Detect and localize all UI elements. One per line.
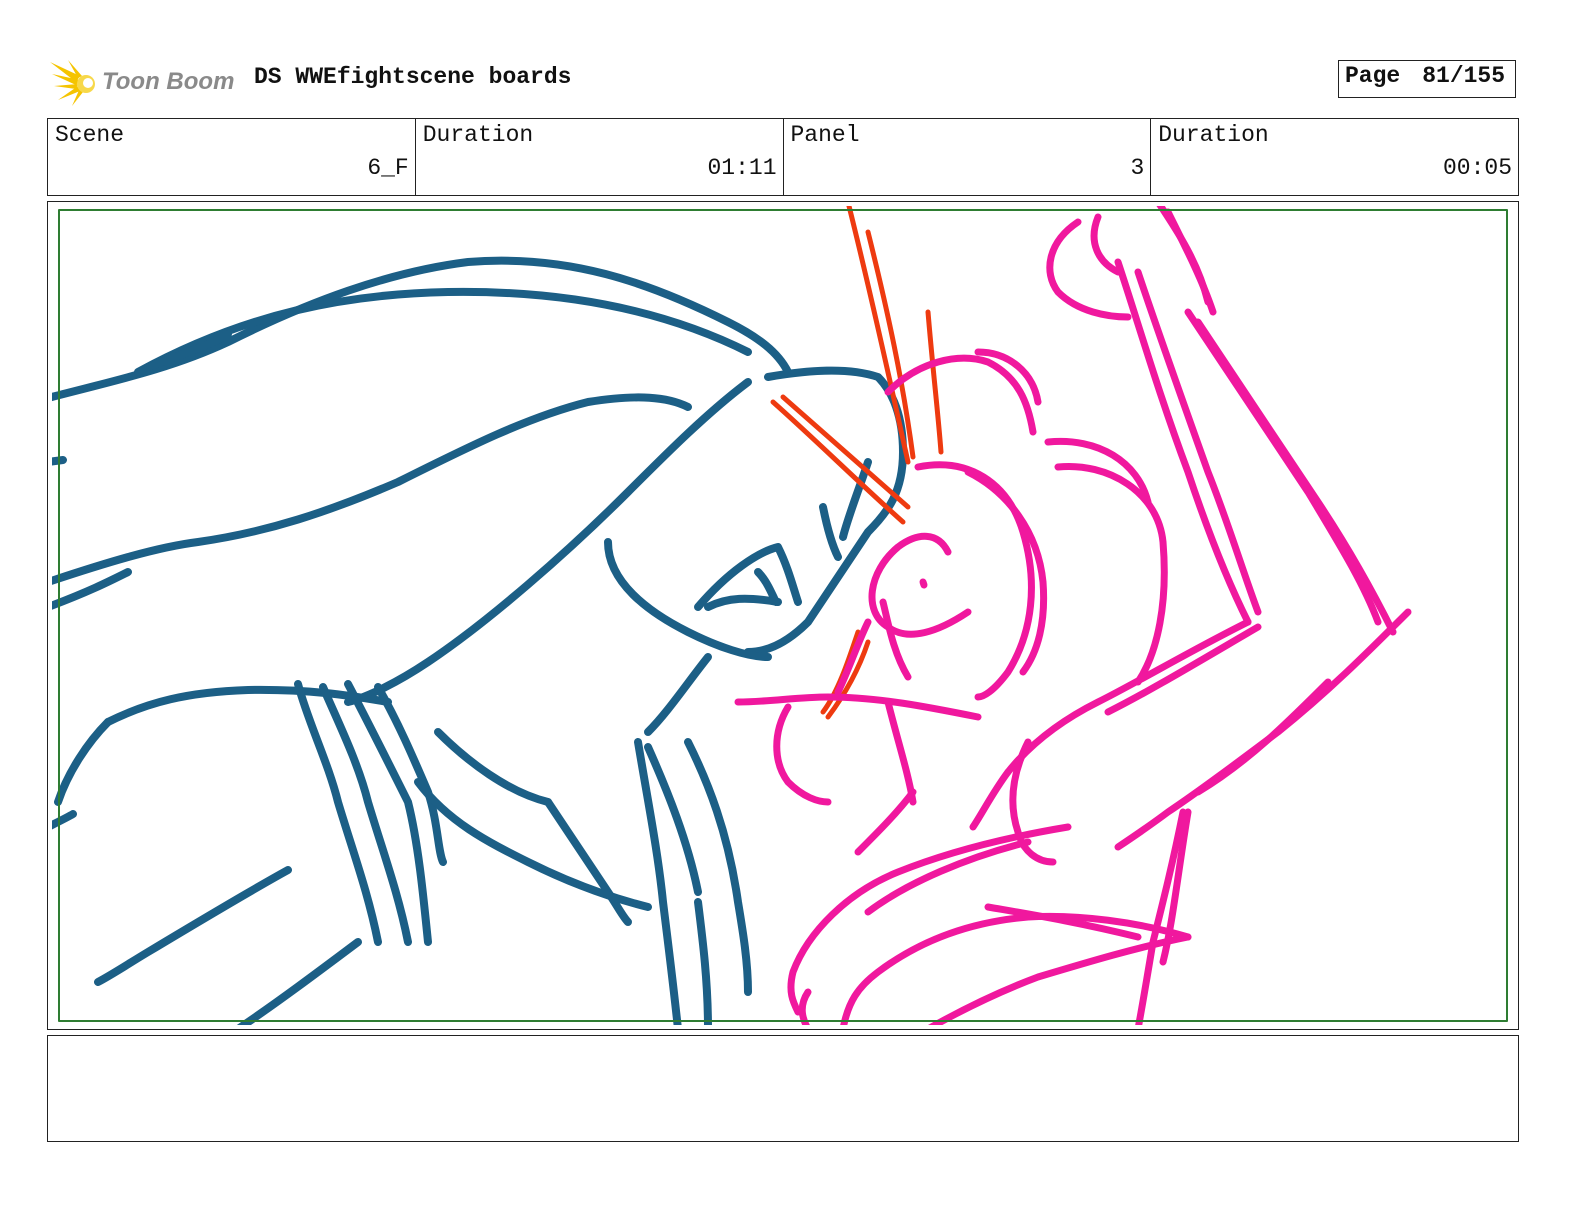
panel-duration-label: Duration	[1158, 122, 1269, 148]
page-label: Page	[1345, 63, 1401, 89]
page-indicator: Page 81/155	[1338, 60, 1516, 98]
toon-boom-logo: Toon Boom	[50, 56, 240, 108]
scene-duration-value: 01:11	[707, 155, 777, 181]
pink-character-sketch	[734, 206, 1412, 1025]
page-number: 81/155	[1422, 63, 1506, 89]
scene-label: Scene	[55, 122, 125, 148]
sketch-drawing	[52, 206, 1508, 1025]
panel-value: 3	[1130, 155, 1145, 181]
panel-cell: Panel 3	[784, 119, 1152, 195]
panel-info-table: Scene 6_F Duration 01:11 Panel 3 Duratio…	[47, 118, 1519, 196]
scene-value: 6_F	[367, 155, 409, 181]
page-header: Toon Boom DS WWEfightscene boards Page 81…	[50, 52, 1536, 112]
scene-cell: Scene 6_F	[48, 119, 416, 195]
storyboard-panel-frame	[47, 201, 1519, 1030]
safe-frame-guide	[58, 209, 1508, 1022]
panel-duration-cell: Duration 00:05	[1151, 119, 1518, 195]
panel-notes-box[interactable]	[47, 1035, 1519, 1142]
teal-character-sketch	[52, 256, 907, 1025]
scene-duration-cell: Duration 01:11	[416, 119, 784, 195]
toon-boom-star-icon	[50, 60, 95, 106]
panel-duration-value: 00:05	[1442, 155, 1512, 181]
board-title: DS WWEfightscene boards	[254, 64, 572, 90]
logo-text: Toon Boom	[102, 68, 235, 95]
scene-duration-label: Duration	[422, 122, 534, 148]
panel-label: Panel	[790, 122, 860, 148]
